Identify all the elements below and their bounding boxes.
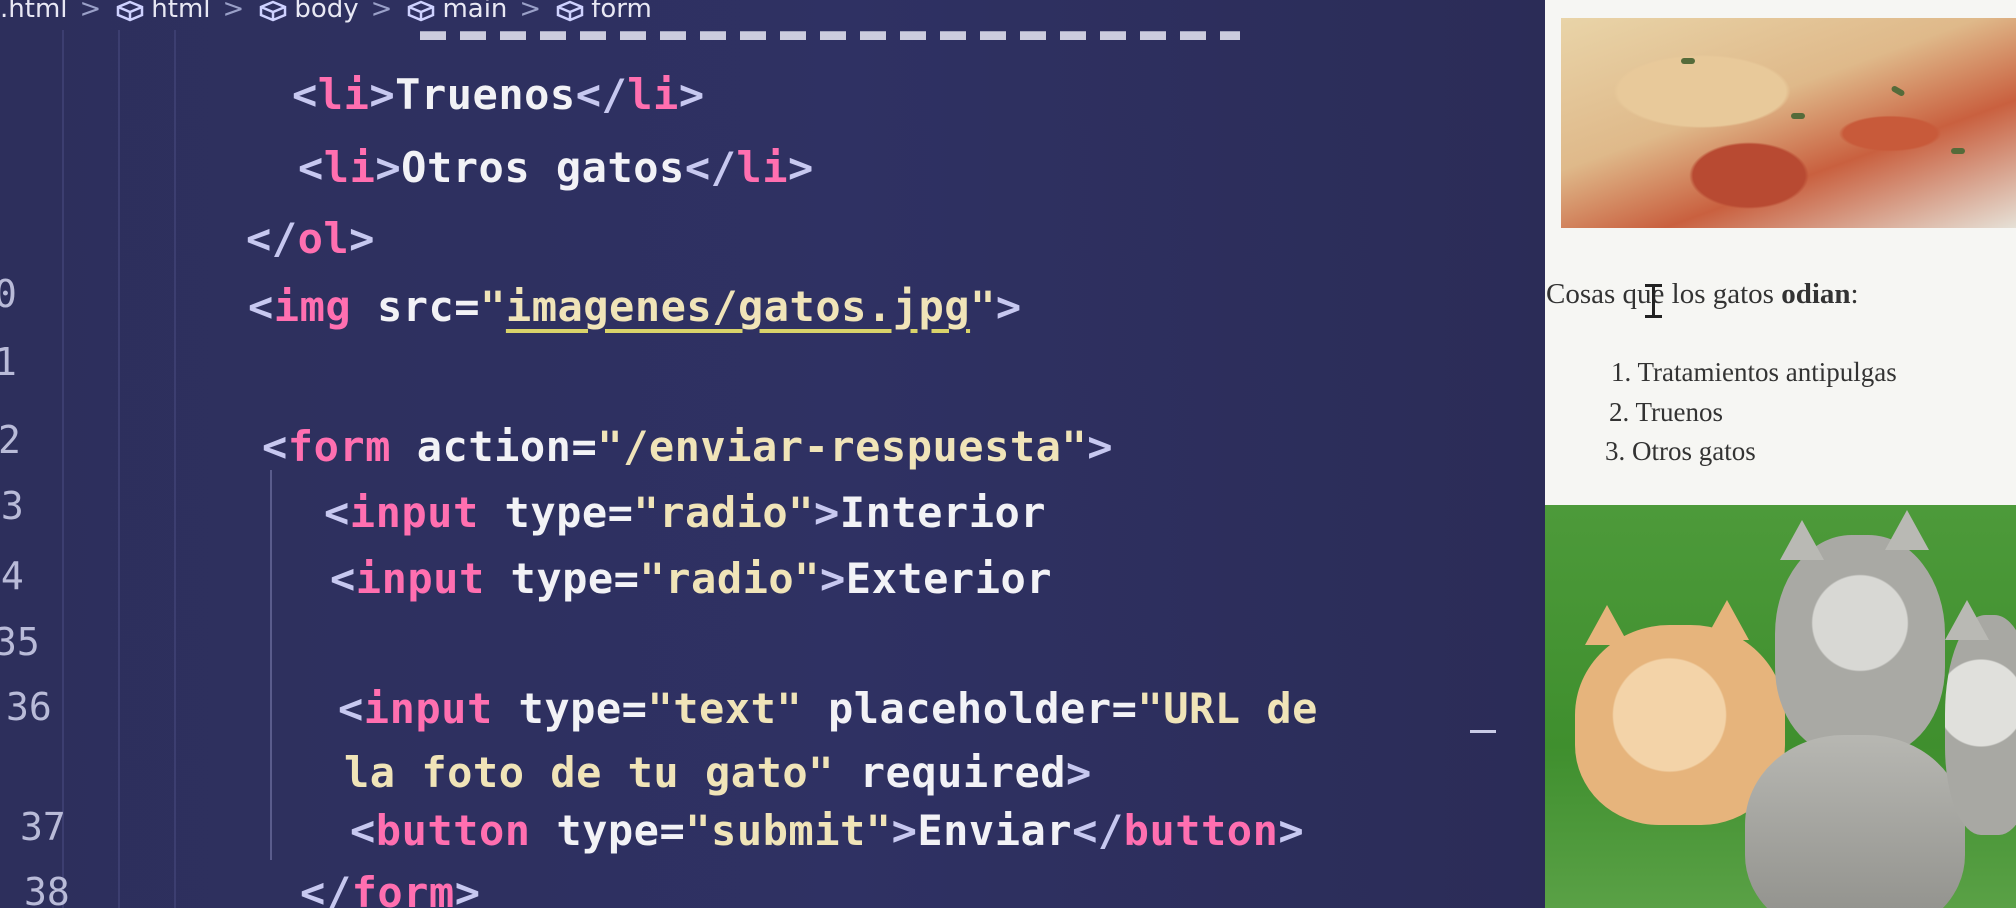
breadcrumb-item-body[interactable]: body > [258, 0, 396, 24]
line-number: 37 [20, 805, 66, 849]
code-editor[interactable]: .html > html > body > main > form 0 1 2 … [0, 0, 1545, 908]
img-src-value[interactable]: imagenes/gatos.jpg [506, 282, 970, 331]
code-line-radio-interior[interactable]: <input type="radio">Interior [324, 488, 1046, 537]
line-number: 1 [0, 340, 17, 384]
code-line-input-text[interactable]: <input type="text" placeholder="URL de [338, 684, 1318, 733]
code-line-li-otros-gatos[interactable]: <li>Otros gatos</li> [298, 143, 814, 192]
food-image [1561, 18, 2016, 228]
breadcrumb-label: body [294, 0, 359, 24]
breadcrumb-item-form[interactable]: form [555, 0, 652, 24]
breadcrumb-item-file[interactable]: .html > [0, 0, 105, 24]
breadcrumb-separator-icon: > [370, 0, 393, 24]
breadcrumb-separator-icon: > [222, 0, 245, 24]
line-number: 35 [0, 620, 40, 664]
code-line-ol-close[interactable]: </ol> [246, 214, 375, 263]
code-line-button[interactable]: <button type="submit">Enviar</button> [350, 806, 1304, 855]
line-number: 34 [0, 554, 24, 598]
preview-heading: Cosas que los gatos odian: [1546, 278, 1859, 311]
heading-suffix: : [1850, 278, 1859, 310]
cube-icon [115, 0, 144, 22]
indent-guide [174, 30, 176, 908]
cube-icon [555, 0, 584, 22]
list-item: 1. Tratamientos antipulgas [1611, 357, 1897, 387]
breadcrumb-separator-icon: > [519, 0, 542, 24]
breadcrumb: .html > html > body > main > form [0, 0, 1545, 24]
code-line-form-close[interactable]: </form> [300, 868, 481, 908]
browser-preview: Cosas que los gatos odian: 1. Tratamient… [1545, 0, 2016, 908]
cube-icon [258, 0, 287, 22]
li-text: Otros gatos [401, 143, 685, 192]
breadcrumb-item-html[interactable]: html > [115, 0, 248, 24]
list-item: 3. Otros gatos [1605, 436, 1756, 466]
breadcrumb-item-main[interactable]: main > [406, 0, 545, 24]
heading-bold-text: odian [1781, 278, 1851, 310]
heading-text: Cosas que los gatos [1546, 278, 1782, 310]
form-action-value: /enviar-respuesta [623, 422, 1062, 471]
scrollbar-marker[interactable] [1470, 730, 1496, 733]
breadcrumb-label: html [151, 0, 211, 24]
line-number: 33 [0, 484, 24, 528]
placeholder-value-part2: la foto de tu gato [344, 748, 809, 797]
code-line-li-truenos[interactable]: <li>Truenos</li> [292, 70, 705, 119]
code-line-img[interactable]: <img src="imagenes/gatos.jpg"> [248, 282, 1022, 331]
breadcrumb-label: form [591, 0, 652, 24]
breadcrumb-label: main [442, 0, 508, 24]
radio-label-text: Interior [839, 488, 1047, 537]
list-item: 2. Truenos [1609, 397, 1724, 427]
gutter-divider [62, 30, 64, 908]
indent-guide [270, 470, 272, 860]
kittens-image [1545, 505, 2016, 908]
code-line-radio-exterior[interactable]: <input type="radio">Exterior [330, 554, 1052, 603]
breadcrumb-file-label: .html [0, 0, 68, 24]
placeholder-value-part1: URL de [1163, 684, 1318, 733]
code-line-form-open[interactable]: <form action="/enviar-respuesta"> [262, 422, 1113, 471]
button-label-text: Enviar [917, 806, 1073, 855]
cube-icon [406, 0, 435, 22]
text-cursor-icon [1645, 284, 1662, 318]
indent-guide [118, 30, 120, 908]
line-number: 36 [6, 685, 52, 729]
line-number: 2 [0, 418, 21, 462]
li-text: Truenos [395, 70, 576, 119]
line-number: 0 [0, 272, 17, 316]
button-type-value: submit [711, 806, 866, 855]
breadcrumb-separator-icon: > [79, 0, 102, 24]
code-line-input-text-wrap[interactable]: la foto de tu gato" required> [344, 748, 1092, 797]
line-number: 38 [24, 870, 70, 908]
radio-label-text: Exterior [845, 554, 1053, 603]
